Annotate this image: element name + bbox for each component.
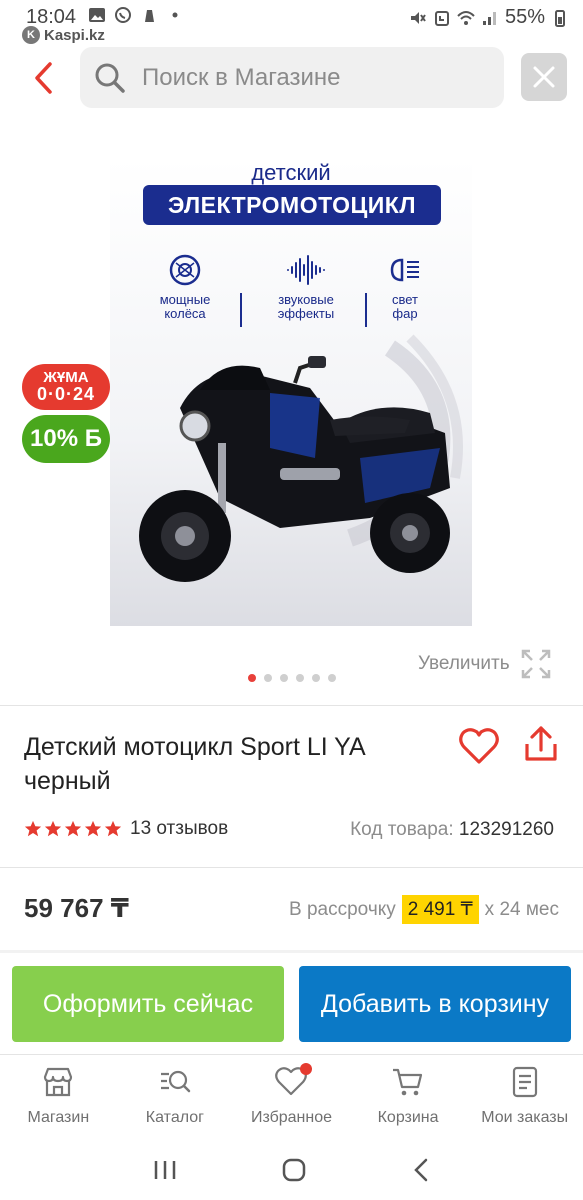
nav-label-orders: Мои заказы (481, 1109, 569, 1126)
search-placeholder: Поиск в Магазине (142, 63, 341, 91)
installment-info: В рассрочку 2 491 ₸ х 24 мес (289, 895, 559, 924)
notification-icons (88, 6, 184, 24)
rating-row[interactable]: 13 отзывов (24, 818, 228, 840)
status-bar: 18:04 55% K Kaspi.kz (0, 0, 583, 44)
installment-suffix: х 24 мес (484, 898, 559, 920)
expand-icon (521, 649, 550, 679)
nav-item-store[interactable]: Магазин (0, 1055, 117, 1140)
orders-icon (512, 1066, 537, 1098)
close-icon (533, 66, 555, 88)
divider (0, 867, 583, 868)
wifi-icon (457, 10, 475, 25)
nav-label-favorites: Избранное (250, 1109, 333, 1126)
chevron-left-icon (35, 62, 52, 94)
product-title: Детский мотоцикл Sport LI YA черный (24, 733, 365, 795)
nav-label-store: Магазин (27, 1109, 90, 1126)
battery-icon (555, 9, 565, 27)
catalog-search-icon (160, 1070, 191, 1093)
nfc-icon (434, 10, 449, 26)
nav-item-orders[interactable]: Мои заказы (466, 1055, 583, 1140)
home-icon[interactable] (281, 1157, 307, 1183)
gallery-dot[interactable] (312, 674, 320, 682)
friday-promo-countdown: 0·0·24 (36, 384, 96, 404)
mute-icon (410, 11, 426, 24)
star-icon (84, 820, 102, 837)
gallery-dot[interactable] (264, 674, 272, 682)
whatsapp-notification-icon (115, 7, 131, 23)
nav-label-catalog: Каталог (145, 1109, 204, 1126)
system-back-icon[interactable] (411, 1157, 431, 1183)
add-to-cart-button[interactable]: Добавить в корзину (299, 966, 571, 1042)
gallery-pagination[interactable] (248, 674, 336, 682)
product-price: 59 767 ₸ (24, 893, 129, 923)
heart-outline-icon (459, 728, 499, 764)
back-button[interactable] (26, 58, 60, 98)
checkout-now-button[interactable]: Оформить сейчас (12, 966, 284, 1042)
bonus-badge: 10% Б (22, 415, 110, 463)
favorite-button[interactable] (458, 726, 500, 766)
system-status-icons: 55% (409, 6, 569, 29)
favorites-notification-dot (300, 1063, 313, 1075)
cart-icon (393, 1068, 423, 1096)
product-image[interactable]: детский ЭЛЕКТРОМОТОЦИКЛ мощные колёса зв… (110, 158, 472, 626)
kaspi-logo-icon: K (22, 26, 40, 44)
reviews-count[interactable]: 13 отзывов (130, 818, 228, 840)
system-navigation-bar (0, 1140, 583, 1200)
star-icon (104, 820, 122, 837)
share-button[interactable] (522, 724, 560, 764)
gallery-dot[interactable] (280, 674, 288, 682)
nav-item-favorites[interactable]: Избранное (233, 1055, 350, 1140)
close-search-button[interactable] (521, 53, 567, 101)
nav-label-cart: Корзина (377, 1109, 439, 1126)
installment-prefix: В рассрочку (289, 898, 396, 920)
app-notification-icon (145, 10, 154, 22)
divider (0, 950, 583, 953)
divider (0, 705, 583, 706)
return-to-app-label[interactable]: K Kaspi.kz (22, 26, 105, 44)
share-icon (525, 726, 557, 761)
star-icon (44, 820, 62, 837)
source-app-name: Kaspi.kz (44, 26, 105, 44)
friday-promo-badge: ЖҰМА 0·0·24 (22, 364, 110, 410)
search-input[interactable]: Поиск в Магазине (80, 47, 504, 108)
star-icon (64, 820, 82, 837)
nav-item-cart[interactable]: Корзина (350, 1055, 467, 1140)
gallery-dot[interactable] (296, 674, 304, 682)
product-code: Код товара: 123291260 (350, 819, 554, 841)
gallery-notification-icon (89, 8, 105, 22)
recent-apps-icon[interactable] (152, 1158, 178, 1182)
zoom-label: Увеличить (418, 653, 510, 674)
product-code-label: Код товара: (350, 819, 454, 840)
gallery-dot[interactable] (248, 674, 256, 682)
product-code-value: 123291260 (458, 819, 554, 840)
installment-amount: 2 491 ₸ (401, 895, 479, 924)
more-notifications-dot-icon (172, 12, 178, 18)
search-icon (95, 63, 125, 93)
star-icon (24, 820, 42, 837)
store-icon (44, 1067, 73, 1097)
zoom-button[interactable]: Увеличить (418, 648, 552, 680)
gallery-dot[interactable] (328, 674, 336, 682)
battery-level: 55% (504, 6, 545, 28)
motorcycle-illustration (139, 334, 463, 582)
bottom-navigation: Магазин Каталог Избранное Корзина Мои за… (0, 1054, 583, 1140)
nav-item-catalog[interactable]: Каталог (117, 1055, 234, 1140)
signal-icon (482, 11, 496, 25)
